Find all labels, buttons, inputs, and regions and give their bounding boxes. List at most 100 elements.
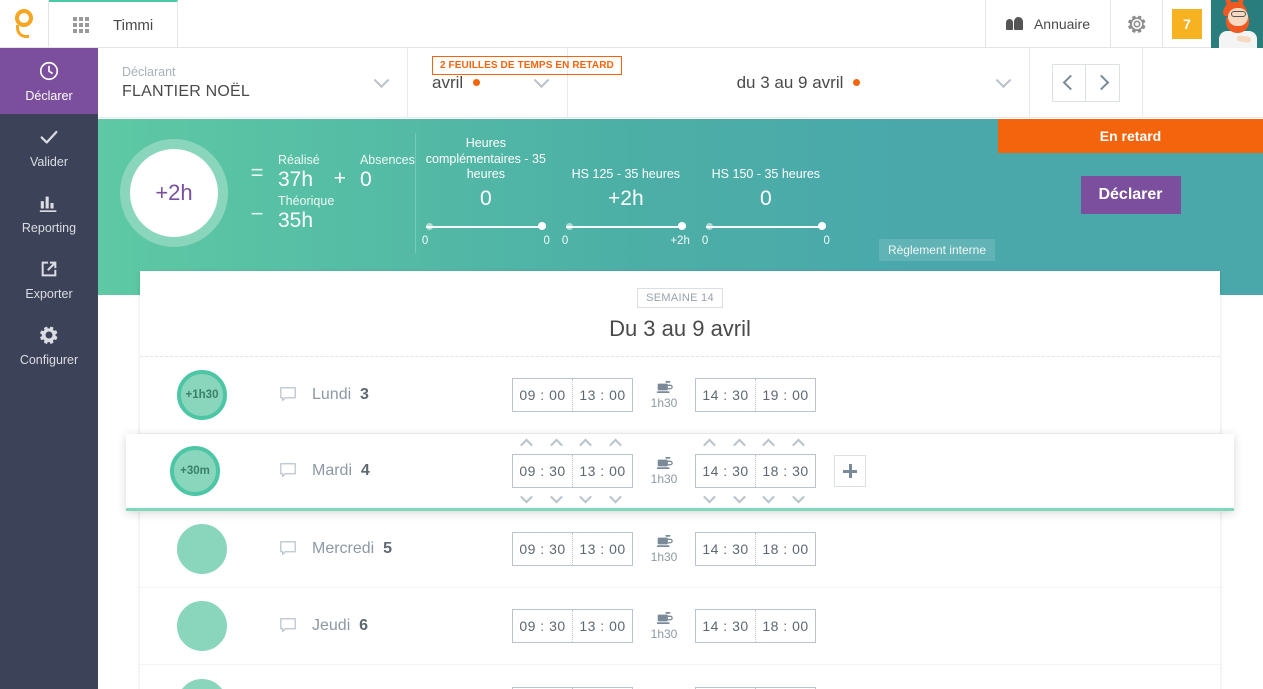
directory-link[interactable]: Annuaire bbox=[986, 0, 1111, 47]
afternoon-start-minute-down[interactable] bbox=[725, 490, 755, 504]
declare-button[interactable]: Déclarer bbox=[1080, 176, 1181, 214]
morning-start-hour-up[interactable] bbox=[512, 438, 542, 452]
morning-start-input[interactable]: 09 : 30 bbox=[513, 455, 572, 487]
morning-end-minute-up[interactable] bbox=[601, 438, 631, 452]
metric-min: 0 bbox=[701, 235, 709, 247]
top-bar: Timmi Annuaire 7 bbox=[0, 0, 1263, 48]
app-title: Timmi bbox=[113, 16, 154, 34]
declarant-selector[interactable]: Déclarant FLANTIER NOËL bbox=[98, 48, 408, 117]
balance-cell: +30m bbox=[126, 446, 264, 496]
check-icon bbox=[40, 130, 58, 144]
balance-cell bbox=[140, 524, 264, 574]
sidebar-item-valider[interactable]: Valider bbox=[0, 114, 98, 180]
week-navigation bbox=[1030, 48, 1143, 117]
realise-block: Réalisé 37h bbox=[278, 153, 320, 192]
balance-cell bbox=[140, 678, 264, 689]
afternoon-start-hour-down[interactable] bbox=[695, 490, 725, 504]
theorique-label: Théorique bbox=[278, 194, 335, 208]
afternoon-end-hour-down[interactable] bbox=[754, 490, 784, 504]
note-button[interactable] bbox=[264, 617, 312, 635]
note-button[interactable] bbox=[264, 540, 312, 558]
sidebar-label-exporter: Exporter bbox=[25, 286, 73, 301]
sidebar-item-reporting[interactable]: Reporting bbox=[0, 180, 98, 246]
morning-end-input[interactable]: 13 : 00 bbox=[573, 455, 632, 487]
break-duration: 1h30 bbox=[650, 472, 678, 486]
minus-sign: − bbox=[250, 200, 264, 226]
absences-block: Absences 0 bbox=[360, 153, 415, 192]
time-entries: 09 : 00 13 : 00 1h30 14: 30 19: 00 bbox=[512, 378, 816, 412]
afternoon-start-hour-up[interactable] bbox=[695, 438, 725, 452]
morning-range: 09 : 30 13 : 00 bbox=[512, 532, 633, 566]
afternoon-spinners-down bbox=[695, 490, 814, 504]
month-selector[interactable]: 2 FEUILLES DE TEMPS EN RETARD avril bbox=[408, 48, 622, 117]
afternoon-start-input[interactable]: 14 : 30 bbox=[696, 379, 755, 411]
afternoon-spinners-up bbox=[695, 438, 814, 452]
avatar[interactable] bbox=[1211, 0, 1263, 48]
realise-label: Réalisé bbox=[278, 153, 320, 167]
metric-min: 0 bbox=[421, 235, 429, 247]
add-time-range-button[interactable] bbox=[834, 455, 866, 487]
sidebar: Déclarer Valider Reporting Exporter Conf… bbox=[0, 48, 109, 689]
sidebar-item-exporter[interactable]: Exporter bbox=[0, 246, 98, 312]
sidebar-label-valider: Valider bbox=[30, 154, 68, 169]
metric-max: 0 bbox=[823, 235, 830, 247]
day-balance-badge: +1h30 bbox=[177, 370, 227, 420]
note-button[interactable] bbox=[264, 386, 312, 404]
next-week-button[interactable] bbox=[1086, 63, 1120, 102]
morning-end-minute-down[interactable] bbox=[601, 490, 631, 504]
morning-end-input[interactable]: 13 : 00 bbox=[573, 533, 632, 565]
afternoon-end-hour-up[interactable] bbox=[754, 438, 784, 452]
brand-logo[interactable] bbox=[0, 0, 49, 47]
reglement-interne-tag[interactable]: Règlement interne bbox=[878, 239, 995, 261]
chevron-right-icon bbox=[1093, 74, 1109, 91]
day-balance-badge bbox=[177, 524, 227, 574]
afternoon-end-input[interactable]: 18 : 00 bbox=[756, 533, 815, 565]
morning-end-input[interactable]: 13 : 00 bbox=[573, 379, 632, 411]
coffee-cup-icon bbox=[656, 535, 673, 547]
theorique-value: 35h bbox=[278, 209, 314, 232]
late-dot-icon bbox=[473, 79, 481, 86]
morning-start-input[interactable]: 09 : 30 bbox=[513, 610, 572, 642]
afternoon-start-minute-up[interactable] bbox=[725, 438, 755, 452]
metric-max: 0 bbox=[543, 235, 550, 247]
timesheet-card: SEMAINE 14 Du 3 au 9 avril +1h30 Lundi 3 bbox=[126, 271, 1234, 689]
afternoon-end-input[interactable]: 19 : 00 bbox=[756, 379, 815, 411]
metric-title: HS 125 - 35 heures bbox=[571, 167, 681, 182]
break-duration: 1h30 bbox=[650, 396, 678, 410]
afternoon-end-input[interactable]: 18 : 00 bbox=[756, 610, 815, 642]
week-selector[interactable]: du 3 au 9 avril bbox=[568, 48, 1030, 117]
sidebar-item-configurer[interactable]: Configurer bbox=[0, 312, 98, 378]
morning-end-hour-down[interactable] bbox=[571, 490, 601, 504]
morning-end-hour-up[interactable] bbox=[571, 438, 601, 452]
coffee-cup-icon bbox=[656, 457, 673, 469]
settings-button[interactable] bbox=[1111, 0, 1163, 47]
morning-start-minute-up[interactable] bbox=[542, 438, 572, 452]
prev-week-button[interactable] bbox=[1052, 63, 1086, 102]
coffee-cup-icon bbox=[656, 612, 673, 624]
app-grid-icon[interactable] bbox=[73, 17, 89, 33]
morning-range: 09 : 30 13 : 00 bbox=[512, 609, 633, 643]
table-row: Jeudi 6 09 : 30 13 : 00 1h30 14: 30 18 … bbox=[140, 588, 1220, 665]
day-label: Jeudi 6 bbox=[312, 617, 369, 634]
morning-start-minute-down[interactable] bbox=[542, 490, 572, 504]
morning-start-input[interactable]: 09 : 30 bbox=[513, 533, 572, 565]
afternoon-start-input[interactable]: 14 : 30 bbox=[696, 533, 755, 565]
notifications-button[interactable]: 7 bbox=[1163, 0, 1211, 47]
comment-icon bbox=[280, 541, 296, 556]
absences-value: 0 bbox=[359, 168, 372, 191]
note-button[interactable] bbox=[264, 462, 312, 480]
sidebar-item-declarer[interactable]: Déclarer bbox=[0, 48, 109, 114]
afternoon-end-minute-up[interactable] bbox=[784, 438, 814, 452]
afternoon-end-minute-down[interactable] bbox=[784, 490, 814, 504]
morning-start-hour-down[interactable] bbox=[512, 490, 542, 504]
morning-end-input[interactable]: 13 : 00 bbox=[573, 610, 632, 642]
coffee-cup-icon bbox=[656, 381, 673, 393]
afternoon-end-input[interactable]: 18 : 30 bbox=[756, 455, 815, 487]
break-cell: 1h30 bbox=[633, 456, 695, 486]
morning-start-input[interactable]: 09 : 00 bbox=[513, 379, 572, 411]
time-entries: 09 : 30 13 : 00 1h30 14: 30 18: 00 bbox=[512, 609, 816, 643]
app-tab-timmi[interactable]: Timmi bbox=[49, 0, 179, 48]
afternoon-start-input[interactable]: 14 : 30 bbox=[696, 455, 755, 487]
afternoon-start-input[interactable]: 14 : 30 bbox=[696, 610, 755, 642]
metric-min: 0 bbox=[561, 235, 569, 247]
